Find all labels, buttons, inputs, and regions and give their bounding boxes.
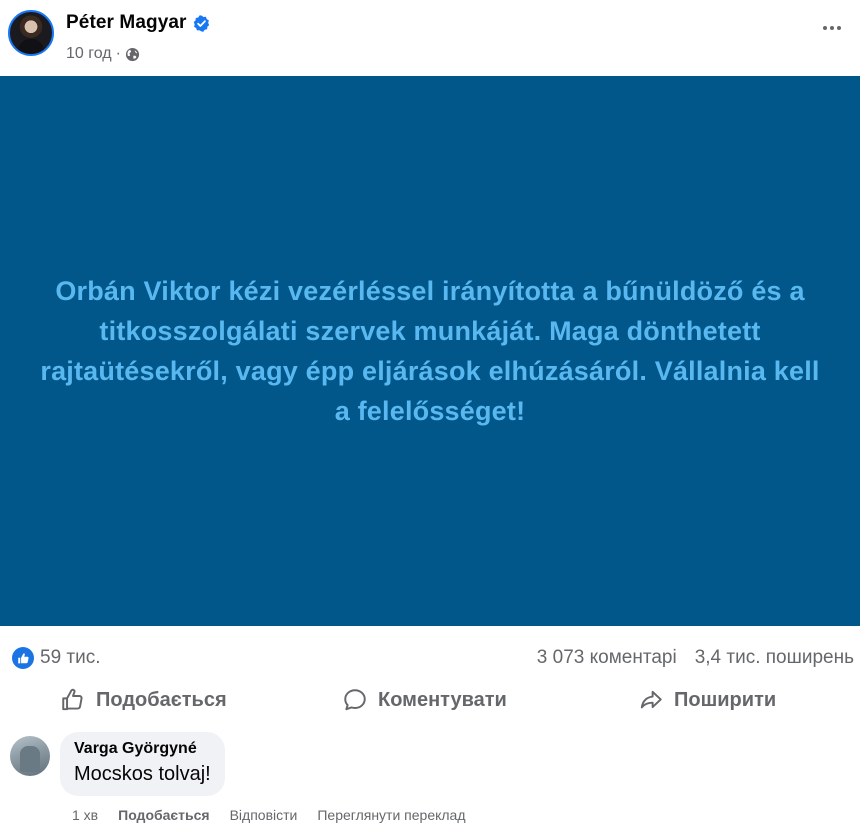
meta-separator: · (115, 45, 121, 62)
share-button-label: Поширити (674, 688, 777, 711)
avatar-figure (18, 39, 44, 54)
author-line: Péter Magyar (66, 10, 210, 36)
comment-time[interactable]: 1 хв (72, 806, 98, 824)
globe-icon[interactable] (125, 47, 140, 62)
facebook-post: Péter Magyar 10 год · Orbán Viktor kézi … (0, 0, 860, 828)
like-button-label: Подобається (96, 688, 227, 711)
reaction-count: 59 тис. (40, 647, 101, 668)
post-stats: 59 тис. 3 073 коментарі 3,4 тис. поширен… (0, 640, 860, 676)
thumbs-up-icon (62, 688, 83, 711)
share-button[interactable]: Поширити (638, 680, 776, 720)
comment-translate-link[interactable]: Переглянути переклад (317, 806, 465, 824)
engagement-counts: 3 073 коментарі 3,4 тис. поширень (537, 647, 854, 669)
post-timestamp[interactable]: 10 год (66, 45, 112, 63)
share-arrow-icon (640, 690, 662, 709)
share-count[interactable]: 3,4 тис. поширень (695, 647, 854, 669)
more-dots-icon (823, 26, 841, 30)
reaction-summary[interactable]: 59 тис. (12, 647, 101, 669)
post-header: Péter Magyar 10 год · (0, 0, 860, 76)
like-reaction-icon (12, 647, 34, 669)
comment-like-link[interactable]: Подобається (118, 806, 209, 824)
post-actions: Подобається Коментувати Поширити (0, 680, 860, 720)
comment-bubble: Varga Györgyné Mocskos tolvaj! (60, 732, 225, 796)
author-name[interactable]: Péter Magyar (66, 12, 187, 34)
commenter-name[interactable]: Varga Györgyné (74, 738, 211, 760)
comment-count[interactable]: 3 073 коментарі (537, 647, 677, 669)
post-text-background: Orbán Viktor kézi vezérléssel irányított… (0, 76, 860, 626)
post-meta: 10 год · (66, 43, 140, 65)
comment-text: Mocskos tolvaj! (74, 763, 211, 785)
verified-badge-icon (193, 14, 210, 32)
comment-button-label: Коментувати (378, 688, 507, 711)
more-options-button[interactable] (818, 14, 846, 42)
comment-reply-link[interactable]: Відповісти (230, 806, 298, 824)
comment-button[interactable]: Коментувати (342, 680, 507, 720)
like-button[interactable]: Подобається (60, 680, 227, 720)
comment-item: Varga Györgyné Mocskos tolvaj! 1 хв Подо… (0, 730, 860, 828)
commenter-avatar-figure (20, 746, 40, 772)
author-avatar[interactable] (8, 10, 54, 56)
post-text: Orbán Viktor kézi vezérléssel irányított… (40, 276, 820, 426)
speech-bubble-icon (344, 689, 366, 711)
commenter-avatar[interactable] (10, 736, 50, 776)
comment-actions: 1 хв Подобається Відповісти Переглянути … (72, 806, 466, 824)
